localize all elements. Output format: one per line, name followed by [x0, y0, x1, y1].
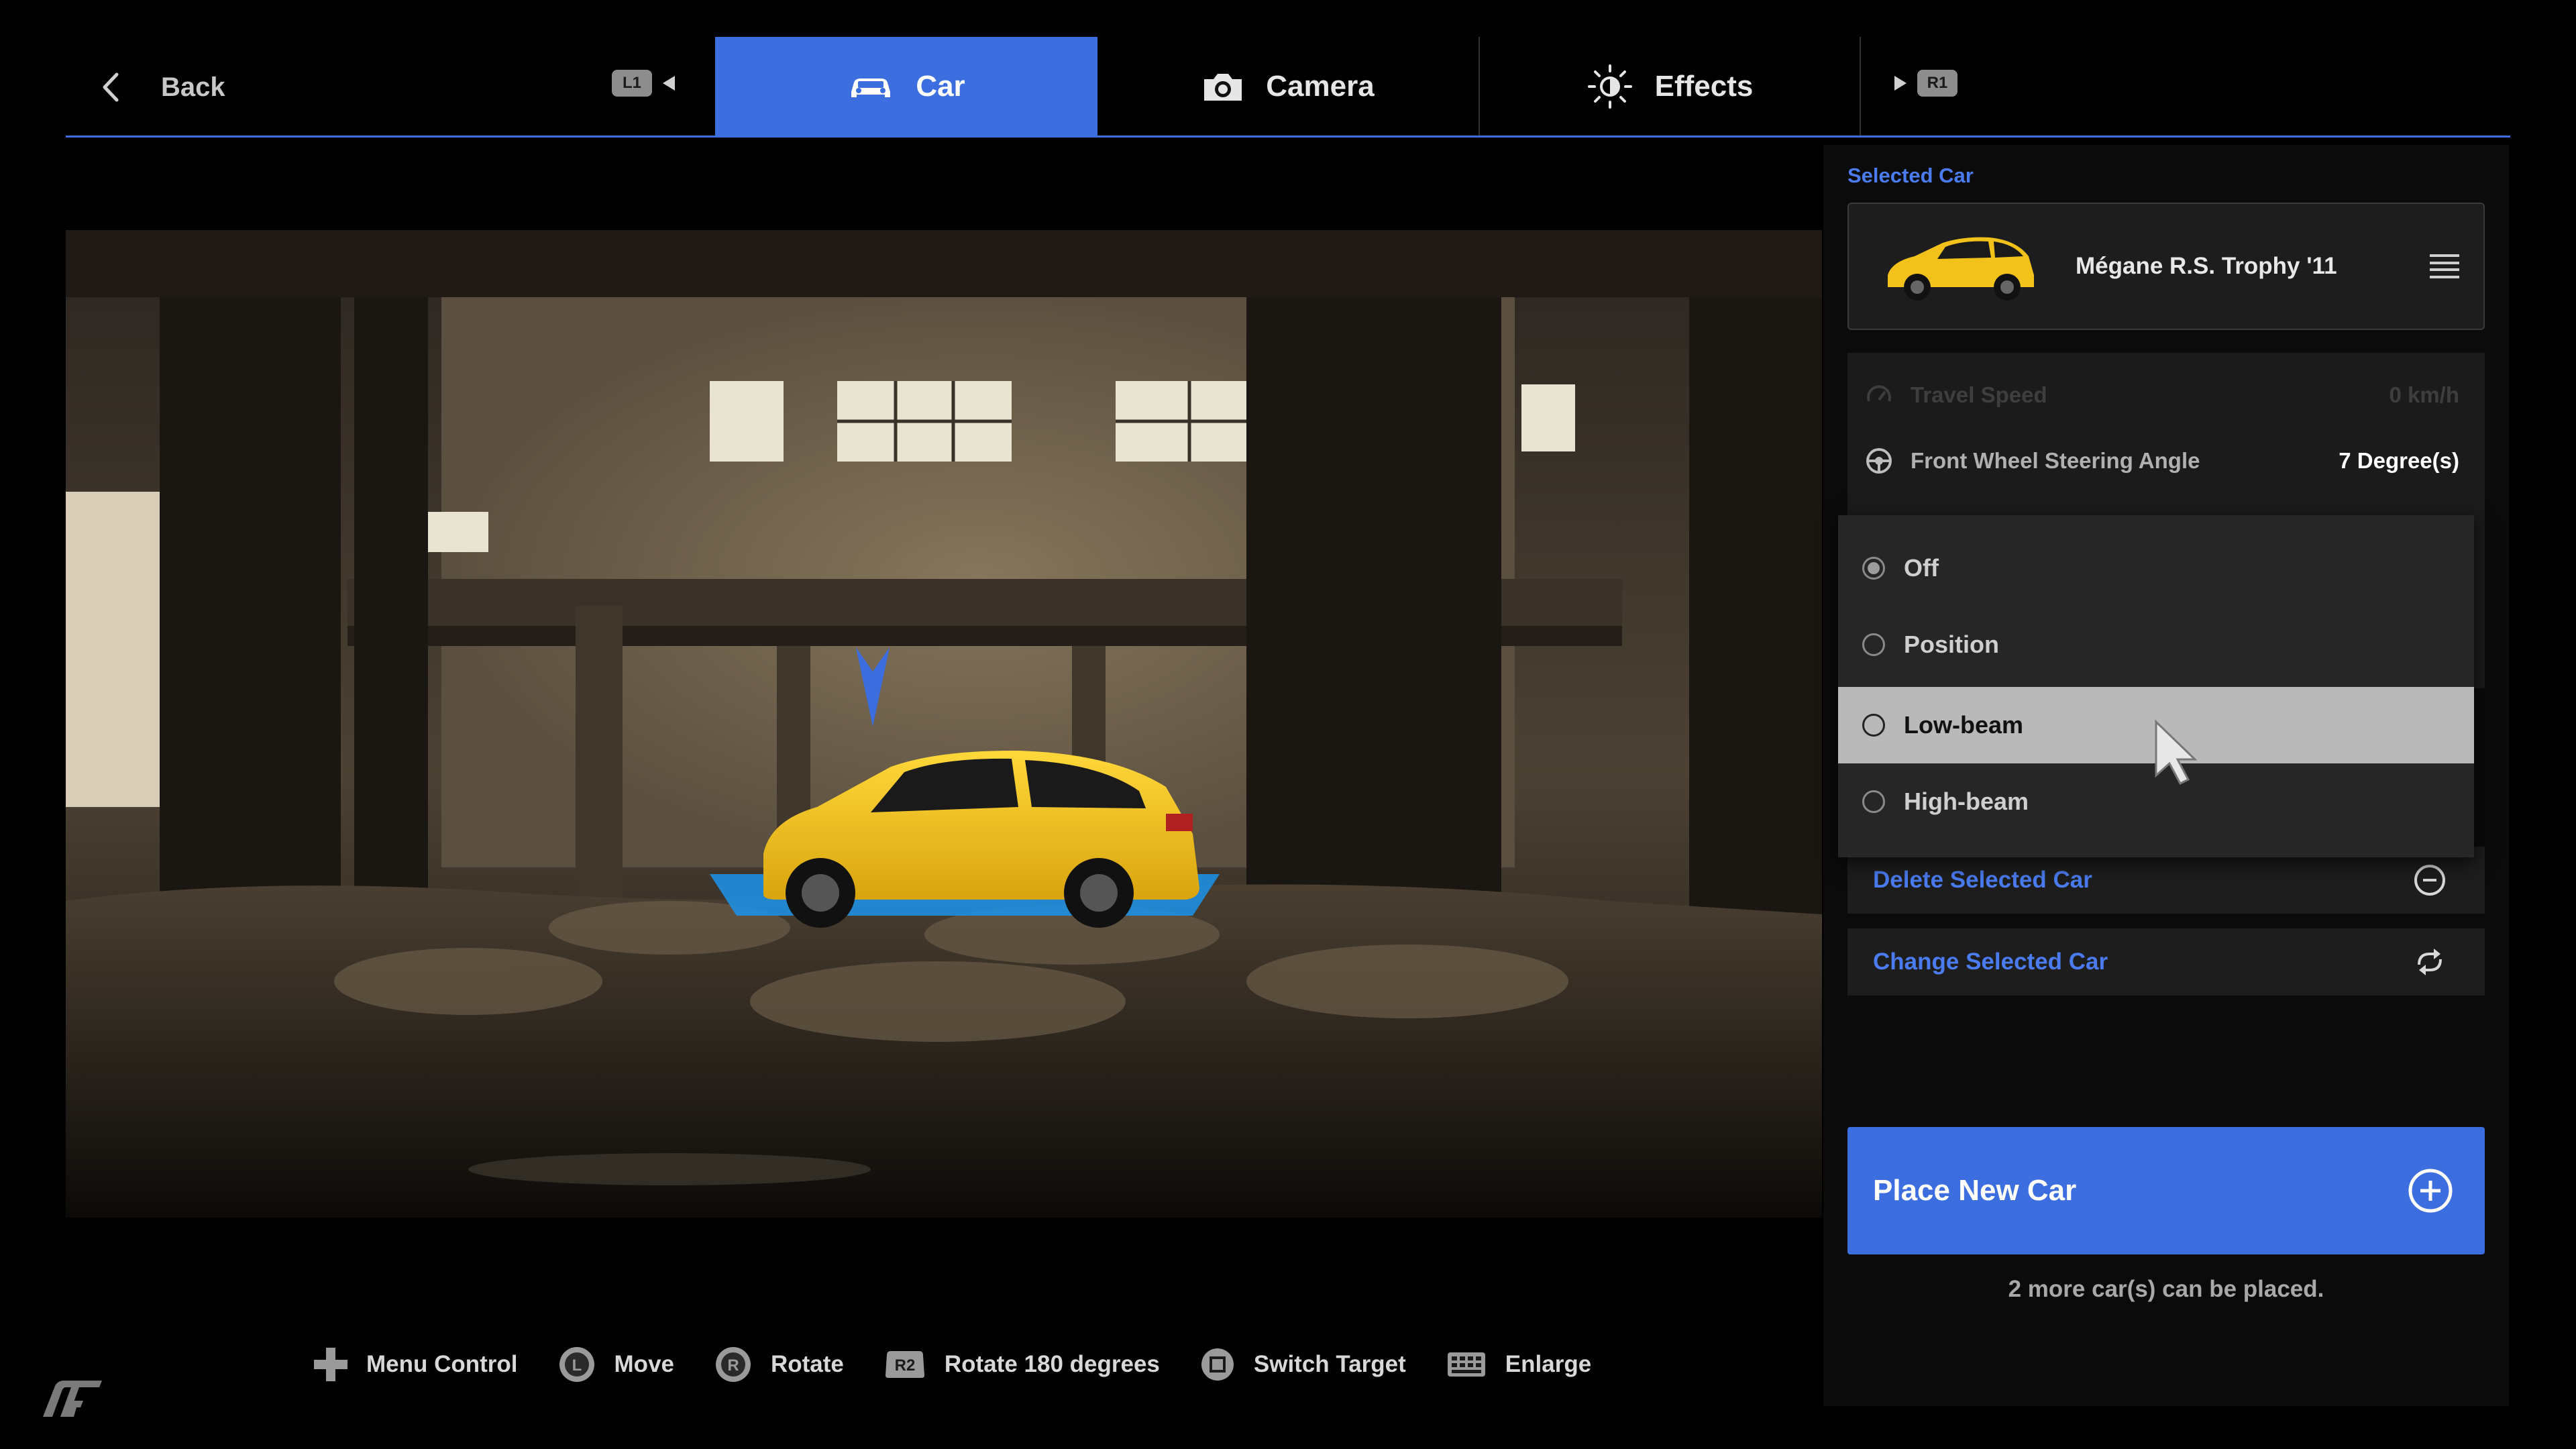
svg-text:R2: R2 — [895, 1356, 916, 1375]
square-button-icon — [1201, 1348, 1234, 1381]
place-new-car-button[interactable]: Place New Car — [1847, 1127, 2485, 1254]
l1-trigger-hint[interactable]: L1 — [612, 70, 676, 97]
triangle-right-icon — [1894, 76, 1907, 91]
warehouse-scene-image — [66, 230, 1822, 1218]
svg-text:R: R — [727, 1356, 739, 1375]
swap-arrows-icon — [2418, 949, 2442, 975]
right-stick-icon: R — [716, 1347, 751, 1382]
lights-option-label: Position — [1904, 631, 1999, 658]
tab-car[interactable]: Car — [715, 37, 1097, 136]
steering-angle-setting[interactable]: Front Wheel Steering Angle 7 Degree(s) — [1847, 431, 2485, 491]
hint-label: Switch Target — [1253, 1351, 1406, 1377]
remaining-cars-note: 2 more car(s) can be placed. — [2008, 1276, 2324, 1302]
tab-divider — [1860, 37, 1861, 136]
headlights-dropdown[interactable]: Off Position Low-beam High-beam — [1838, 515, 2474, 857]
hint-enlarge: Enlarge — [1445, 1348, 1591, 1381]
tab-camera-label: Camera — [1266, 70, 1375, 103]
hint-label: Enlarge — [1505, 1351, 1592, 1377]
tab-camera[interactable]: Camera — [1097, 37, 1479, 136]
lights-option-position[interactable]: Position — [1838, 606, 2474, 683]
controller-hints: Menu Control L Move R Rotate R2 Rotate 1… — [313, 1344, 1591, 1385]
steering-angle-value: 7 Degree(s) — [2339, 448, 2459, 473]
hint-menu-control: Menu Control — [313, 1346, 518, 1383]
hint-label: Menu Control — [366, 1351, 518, 1377]
speedometer-icon — [1867, 385, 1891, 402]
delete-selected-car-label: Delete Selected Car — [1873, 867, 2092, 893]
lights-option-label: Low-beam — [1904, 711, 2024, 739]
tab-effects-label: Effects — [1654, 70, 1754, 103]
place-new-car-label: Place New Car — [1873, 1174, 2077, 1207]
selected-car-heading: Selected Car — [1847, 164, 1974, 187]
lights-option-off[interactable]: Off — [1838, 530, 2474, 606]
car-name: Mégane R.S. Trophy '11 — [2076, 253, 2337, 279]
travel-speed-setting: Travel Speed 0 km/h — [1847, 365, 2485, 425]
brightness-icon — [1587, 64, 1632, 109]
tab-effects[interactable]: Effects — [1480, 37, 1860, 136]
camera-icon — [1204, 74, 1242, 101]
r1-badge: R1 — [1917, 70, 1957, 97]
back-button[interactable]: Back — [101, 60, 225, 114]
lights-option-label: High-beam — [1904, 788, 2029, 815]
dpad-icon — [314, 1348, 347, 1381]
travel-speed-label: Travel Speed — [1911, 382, 2047, 407]
travel-speed-value: 0 km/h — [2389, 382, 2459, 407]
chevron-left-icon — [103, 72, 119, 102]
hamburger-menu-icon[interactable] — [2430, 254, 2459, 278]
mouse-cursor-icon — [2155, 719, 2198, 785]
left-stick-icon: L — [559, 1347, 594, 1382]
radio-empty-icon — [1862, 633, 1885, 656]
plus-circle-icon — [2408, 1169, 2453, 1213]
change-selected-car-label: Change Selected Car — [1873, 949, 2108, 975]
back-label: Back — [161, 72, 225, 102]
gt-logo-icon — [43, 1381, 102, 1417]
nav-underline — [66, 136, 2510, 138]
hint-move: L Move — [557, 1344, 674, 1385]
hint-label: Rotate — [771, 1351, 844, 1377]
hint-label: Rotate 180 degrees — [944, 1351, 1160, 1377]
hint-rotate: R Rotate — [713, 1344, 844, 1385]
hint-label: Move — [614, 1351, 674, 1377]
car-thumbnail-image — [1888, 237, 2034, 301]
selected-car-card[interactable]: Mégane R.S. Trophy '11 — [1847, 203, 2485, 330]
tab-car-label: Car — [916, 70, 965, 103]
car-icon — [851, 78, 891, 97]
svg-text:L: L — [572, 1356, 582, 1375]
hint-switch-target: Switch Target — [1199, 1346, 1406, 1383]
radio-selected-icon — [1862, 557, 1885, 580]
radio-empty-icon — [1862, 714, 1885, 737]
r2-button-icon: R2 — [885, 1351, 924, 1378]
minus-circle-icon — [2414, 865, 2445, 896]
lights-option-label: Off — [1904, 554, 1939, 582]
touchpad-icon — [1447, 1352, 1485, 1377]
top-navigation: Back L1 Car Camera Effects R1 — [0, 0, 2576, 138]
photo-scene-viewport[interactable] — [66, 230, 1822, 1218]
triangle-left-icon — [663, 76, 675, 91]
radio-empty-icon — [1862, 790, 1885, 813]
steering-angle-label: Front Wheel Steering Angle — [1911, 448, 2200, 473]
steering-wheel-icon — [1866, 448, 1892, 474]
hint-rotate-180: R2 Rotate 180 degrees — [883, 1348, 1160, 1381]
l1-badge: L1 — [612, 70, 652, 97]
r1-trigger-hint[interactable]: R1 — [1893, 70, 1957, 97]
change-selected-car-button[interactable]: Change Selected Car — [1847, 928, 2485, 996]
